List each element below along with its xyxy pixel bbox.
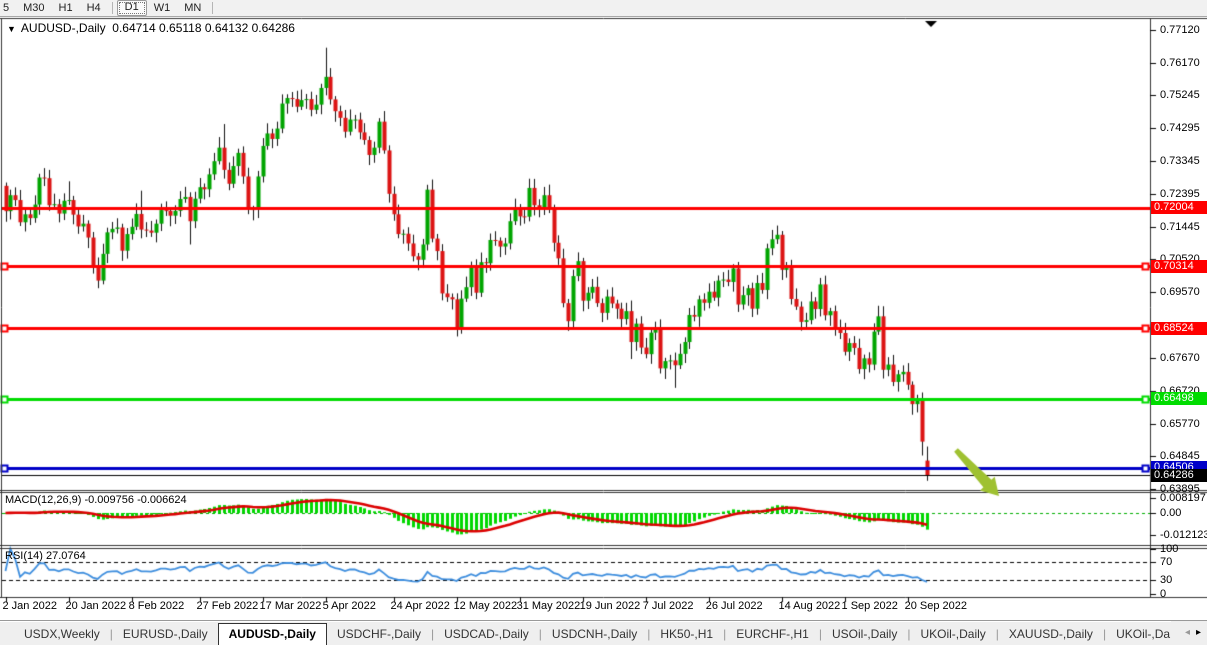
date-label: 8 Feb 2022 — [129, 600, 185, 612]
chart-canvas[interactable] — [0, 17, 1207, 620]
toolbar-separator — [112, 2, 113, 14]
tab-scroll-right-icon[interactable]: ▸ — [1196, 628, 1201, 638]
macd-tick: -0.012123 — [1160, 529, 1207, 541]
ohlc-low: 0.64132 — [205, 21, 248, 35]
date-label: 19 Jun 2022 — [580, 600, 641, 612]
hline-price-badge: 0.66498 — [1151, 392, 1207, 405]
hline-price-badge: 0.70314 — [1151, 260, 1207, 273]
price-tick: 0.69570 — [1160, 286, 1200, 298]
price-axis: 0.77120 0.76170 0.75245 0.74295 0.73345 0.723… — [1151, 17, 1207, 620]
tab-usdcad-daily[interactable]: USDCAD-,Daily — [434, 625, 539, 643]
date-label: 26 Jul 2022 — [706, 600, 763, 612]
rsi-label: RSI(14) 27.0764 — [5, 550, 86, 562]
rsi-tick: 70 — [1160, 556, 1172, 568]
tab-eurchf-h1[interactable]: EURCHF-,H1 — [726, 625, 819, 643]
timeframe-button-w1[interactable]: W1 — [147, 0, 178, 16]
date-label: 5 Apr 2022 — [323, 600, 376, 612]
date-label: 2 Jan 2022 — [3, 600, 57, 612]
price-tick: 0.75245 — [1160, 89, 1200, 101]
date-label: 27 Feb 2022 — [197, 600, 259, 612]
date-label: 12 May 2022 — [454, 600, 518, 612]
hline-price-badge: 0.68524 — [1151, 322, 1207, 335]
tab-scroll-buttons: ◂ ▸ — [1171, 621, 1207, 644]
hline-price-badge: 0.72004 — [1151, 201, 1207, 214]
timeframe-button-d1[interactable]: D1 — [117, 0, 147, 16]
tab-eurusd-daily[interactable]: EURUSD-,Daily — [113, 625, 218, 643]
macd-tick: 0.008197 — [1160, 492, 1206, 504]
tab-hk50-h1[interactable]: HK50-,H1 — [650, 625, 723, 643]
rsi-tick: 0 — [1160, 588, 1166, 600]
date-label: 24 Apr 2022 — [391, 600, 450, 612]
date-label: 1 Sep 2022 — [842, 600, 898, 612]
timeframe-toolbar: 5M30H1H4 D1W1MN — [0, 0, 1207, 17]
tab-audusd-daily[interactable]: AUDUSD-,Daily — [218, 623, 327, 645]
ohlc-high: 0.65118 — [159, 21, 202, 35]
timeframe-button-h4[interactable]: H4 — [80, 0, 108, 16]
toolbar-separator — [212, 2, 213, 14]
price-tick: 0.74295 — [1160, 122, 1200, 134]
price-tick: 0.71445 — [1160, 221, 1200, 233]
date-label: 14 Aug 2022 — [779, 600, 841, 612]
price-tick: 0.64845 — [1160, 450, 1200, 462]
tab-usdcnh-daily[interactable]: USDCNH-,Daily — [542, 625, 647, 643]
chart-symbol-title: AUDUSD-,Daily — [21, 21, 106, 35]
tab-ukoil-daily[interactable]: UKOil-,Daily — [910, 625, 995, 643]
date-label: 20 Sep 2022 — [905, 600, 967, 612]
price-tick: 0.73345 — [1160, 155, 1200, 167]
current-price-badge: 0.64286 — [1151, 469, 1207, 482]
price-tick: 0.77120 — [1160, 24, 1200, 36]
price-tick: 0.76170 — [1160, 57, 1200, 69]
mt4-window: 5M30H1H4 D1W1MN ▼ AUDUSD-,Daily 0.64714 0.… — [0, 0, 1207, 645]
price-tick: 0.72395 — [1160, 188, 1200, 200]
tab-xauusd-daily[interactable]: XAUUSD-,Daily — [999, 625, 1103, 643]
tab-ukoil-da[interactable]: UKOil-,Da — [1106, 625, 1180, 643]
price-tick: 0.65770 — [1160, 418, 1200, 430]
date-label: 31 May 2022 — [517, 600, 581, 612]
timeframe-button-m30[interactable]: M30 — [16, 0, 51, 16]
date-label: 17 Mar 2022 — [260, 600, 322, 612]
chart-header: ▼ AUDUSD-,Daily 0.64714 0.65118 0.64132 0… — [7, 21, 295, 35]
chart-dropdown-icon[interactable]: ▼ — [7, 24, 16, 34]
timeframe-button-h1[interactable]: H1 — [52, 0, 80, 16]
macd-label: MACD(12,26,9) -0.009756 -0.006624 — [5, 494, 187, 506]
price-tick: 0.67670 — [1160, 352, 1200, 364]
tab-scroll-left-icon[interactable]: ◂ — [1185, 628, 1190, 638]
rsi-tick: 30 — [1160, 574, 1172, 586]
date-label: 20 Jan 2022 — [66, 600, 127, 612]
timeframe-button-mn[interactable]: MN — [177, 0, 208, 16]
tab-usdchf-daily[interactable]: USDCHF-,Daily — [327, 625, 431, 643]
ohlc-close: 0.64286 — [252, 21, 295, 35]
tab-usdx-weekly[interactable]: USDX,Weekly — [14, 625, 110, 643]
date-label: 7 Jul 2022 — [643, 600, 694, 612]
macd-tick: 0.00 — [1160, 507, 1181, 519]
tab-usoil-daily[interactable]: USOil-,Daily — [822, 625, 907, 643]
rsi-tick: 100 — [1160, 543, 1178, 555]
ohlc-open: 0.64714 — [112, 21, 155, 35]
timeframe-button-5[interactable]: 5 — [0, 0, 16, 16]
symbol-tabbar: USDX,Weekly|EURUSD-,DailyAUDUSD-,DailyUS… — [0, 620, 1207, 645]
